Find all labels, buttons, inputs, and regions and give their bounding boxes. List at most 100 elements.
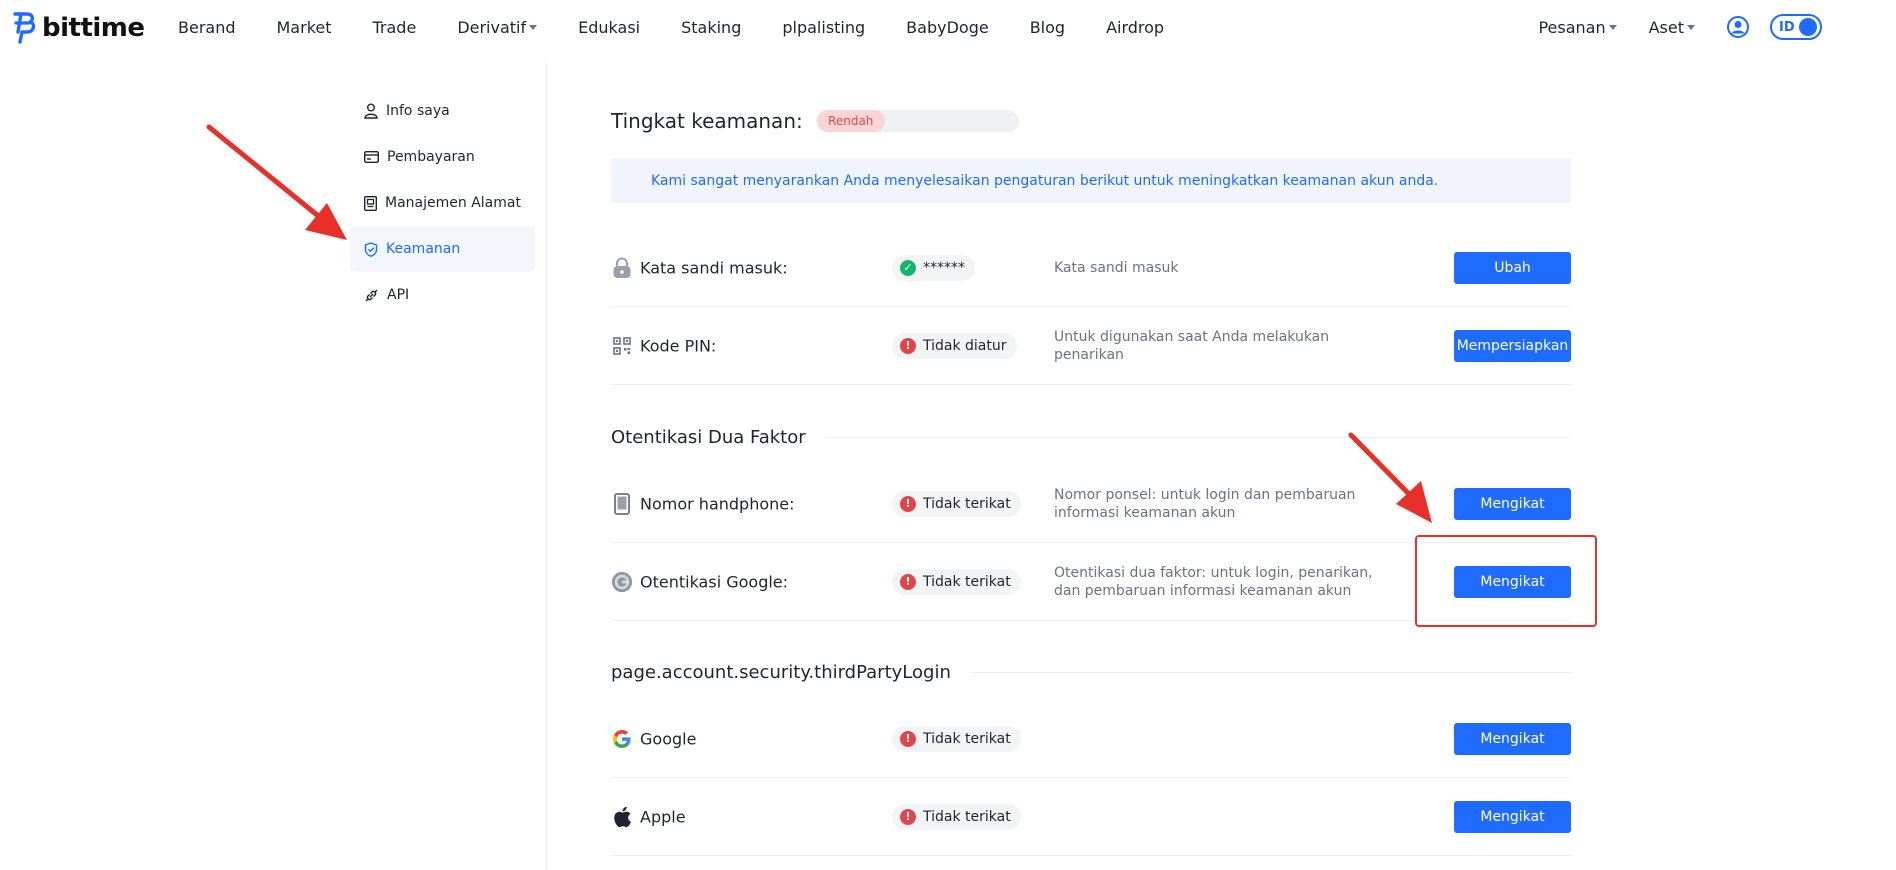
- apple-login-row: Apple ! Tidak terikat Mengikat: [611, 778, 1571, 856]
- status-badge: ✓ ******: [892, 254, 975, 281]
- pin-row: Kode PIN: ! Tidak diatur Untuk digunakan…: [611, 307, 1571, 385]
- apple-icon: [611, 806, 633, 828]
- row-description: Kata sandi masuk: [1054, 259, 1179, 276]
- warning-icon: !: [900, 573, 916, 590]
- bind-phone-button[interactable]: Mengikat: [1454, 487, 1571, 520]
- caret-down-icon: [529, 24, 538, 30]
- toggle-knob: [1799, 18, 1817, 36]
- status-text: ******: [923, 259, 965, 276]
- google-login-label: Google: [640, 729, 697, 748]
- sidebar-item-api[interactable]: API: [350, 272, 535, 318]
- user-avatar-icon[interactable]: [1727, 16, 1749, 38]
- security-level: Tingkat keamanan: Rendah: [611, 109, 1019, 133]
- warning-icon: !: [900, 337, 916, 354]
- language-label: ID: [1779, 19, 1795, 35]
- lock-icon: [611, 257, 633, 279]
- caret-down-icon: [1608, 24, 1617, 30]
- status-text: Tidak terikat: [923, 730, 1011, 747]
- nav-label: plpalisting: [782, 17, 866, 37]
- nav-label: Airdrop: [1106, 17, 1165, 37]
- link-icon: [365, 289, 378, 301]
- nav-label: Market: [276, 17, 332, 37]
- warning-icon: !: [900, 808, 916, 825]
- section-title-text: Otentikasi Dua Faktor: [611, 427, 806, 448]
- security-level-bar: Rendah: [816, 110, 1019, 132]
- sidebar-item-manajemen-alamat[interactable]: Manajemen Alamat: [350, 180, 535, 226]
- shield-icon: [364, 241, 378, 257]
- annotation-highlight-box: [1415, 535, 1597, 627]
- assets-menu[interactable]: Aset: [1649, 18, 1695, 37]
- sidebar-divider: [546, 60, 547, 870]
- nav-label: Berand: [178, 17, 236, 37]
- status-text: Tidak diatur: [923, 337, 1007, 354]
- status-text: Tidak terikat: [923, 495, 1011, 512]
- bind-apple-button[interactable]: Mengikat: [1454, 800, 1571, 833]
- status-text: Tidak terikat: [923, 808, 1011, 825]
- section-divider: [970, 672, 1571, 673]
- security-level-badge: Rendah: [816, 110, 885, 132]
- pin-label: Kode PIN:: [640, 336, 717, 355]
- nav-label: Staking: [681, 17, 742, 37]
- change-password-button[interactable]: Ubah: [1454, 251, 1571, 284]
- nav-trade[interactable]: Trade: [373, 18, 417, 37]
- bittime-logo-icon: [13, 12, 36, 44]
- nav-airdrop[interactable]: Airdrop: [1106, 18, 1164, 37]
- nav-label: Derivatif: [457, 17, 527, 37]
- row-description: Nomor ponsel: untuk login dan pembaruan …: [1054, 486, 1356, 521]
- sidebar-item-label: Keamanan: [386, 241, 461, 257]
- row-description: Untuk digunakan saat Anda melakukan pena…: [1054, 328, 1330, 363]
- sidebar-item-label: Manajemen Alamat: [385, 195, 521, 211]
- nav-label: Edukasi: [578, 17, 641, 37]
- account-sidebar: Info saya Pembayaran Manajemen Alamat Ke…: [350, 88, 535, 318]
- sidebar-item-pembayaran[interactable]: Pembayaran: [350, 134, 535, 180]
- two-factor-section-title: Otentikasi Dua Faktor: [611, 427, 1571, 448]
- check-icon: ✓: [900, 259, 916, 276]
- orders-menu[interactable]: Pesanan: [1538, 18, 1617, 37]
- sidebar-item-info-saya[interactable]: Info saya: [350, 88, 535, 134]
- password-label: Kata sandi masuk:: [640, 258, 788, 277]
- warning-icon: !: [900, 730, 916, 747]
- setup-pin-button[interactable]: Mempersiapkan: [1454, 329, 1571, 362]
- nav-berand[interactable]: Berand: [178, 18, 236, 37]
- third-party-section-title: page.account.security.thirdPartyLogin: [611, 662, 1571, 683]
- nav-plpalisting[interactable]: plpalisting: [782, 18, 865, 37]
- nav-blog[interactable]: Blog: [1030, 18, 1065, 37]
- section-divider: [825, 437, 1571, 438]
- header-right: Pesanan Aset ID: [1538, 0, 1896, 54]
- section-title-text: page.account.security.thirdPartyLogin: [611, 662, 951, 683]
- google-login-row: Google ! Tidak terikat Mengikat: [611, 700, 1571, 778]
- nav-staking[interactable]: Staking: [681, 18, 741, 37]
- google-icon: [611, 728, 633, 750]
- phone-icon: [611, 492, 633, 515]
- nav-derivatif[interactable]: Derivatif: [457, 17, 538, 37]
- caret-down-icon: [1687, 24, 1695, 30]
- status-badge: ! Tidak terikat: [892, 490, 1021, 517]
- nav-label: Trade: [372, 17, 417, 37]
- main-nav: Berand Market Trade Derivatif Edukasi St…: [178, 0, 1205, 54]
- security-notice: Kami sangat menyarankan Anda menyelesaik…: [611, 158, 1571, 203]
- sidebar-item-keamanan[interactable]: Keamanan: [350, 226, 535, 272]
- status-badge: ! Tidak terikat: [892, 725, 1021, 752]
- google-auth-label: Otentikasi Google:: [640, 572, 789, 591]
- address-book-icon: [364, 195, 377, 211]
- apple-login-label: Apple: [640, 807, 686, 826]
- qr-code-icon: [611, 335, 633, 357]
- card-icon: [364, 151, 379, 163]
- password-row: Kata sandi masuk: ✓ ****** Kata sandi ma…: [611, 229, 1571, 307]
- sidebar-item-label: Info saya: [386, 103, 450, 119]
- nav-babydoge[interactable]: BabyDoge: [906, 18, 989, 37]
- status-badge: ! Tidak diatur: [892, 332, 1017, 359]
- bind-google-button[interactable]: Mengikat: [1454, 722, 1571, 755]
- nav-label: BabyDoge: [906, 17, 989, 37]
- brand-name: bittime: [42, 13, 145, 43]
- top-header: bittime Berand Market Trade Derivatif Ed…: [0, 0, 1896, 54]
- status-badge: ! Tidak terikat: [892, 568, 1021, 595]
- brand-logo[interactable]: bittime: [12, 11, 145, 45]
- phone-label: Nomor handphone:: [640, 494, 795, 513]
- user-icon: [364, 103, 378, 119]
- language-toggle[interactable]: ID: [1770, 14, 1822, 40]
- nav-market[interactable]: Market: [277, 18, 332, 37]
- status-badge: ! Tidak terikat: [892, 803, 1021, 830]
- warning-icon: !: [900, 495, 916, 512]
- nav-edukasi[interactable]: Edukasi: [578, 18, 640, 37]
